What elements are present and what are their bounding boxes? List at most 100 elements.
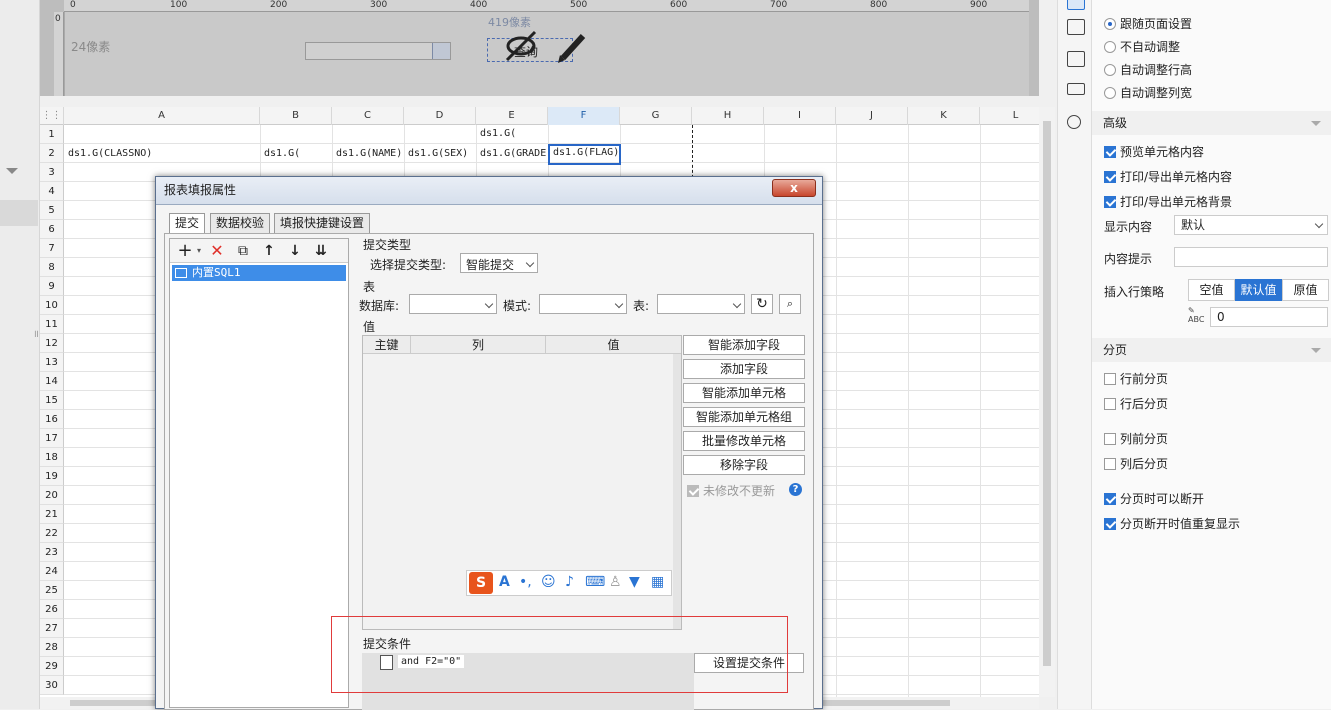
column-header[interactable]: I [764,107,836,125]
column-header-selected[interactable]: F [548,107,620,125]
row-header[interactable]: 14 [40,372,64,391]
header-column[interactable]: 列 [411,336,546,354]
insert-policy-option[interactable]: 空值 [1188,279,1235,301]
cell-B2[interactable]: ds1.G( [261,145,331,164]
column-header[interactable]: L [980,107,1039,125]
remove-field-button[interactable]: 移除字段 [683,455,805,475]
row-header[interactable]: 24 [40,562,64,581]
widget-icon[interactable] [1067,51,1085,67]
table-select[interactable] [657,294,745,314]
row-header[interactable]: 10 [40,296,64,315]
header-value[interactable]: 值 [546,336,681,354]
keyboard-icon[interactable]: ⌨ [585,574,605,590]
input-method-toolbar[interactable]: S A •, ☺ ♪ ⌨ ♙ ▼ ▦ [466,570,672,596]
link-icon[interactable] [1067,115,1081,129]
column-header[interactable]: J [836,107,908,125]
row-header[interactable]: 25 [40,581,64,600]
cell-E2[interactable]: ds1.G(GRADE [477,145,547,164]
resize-option[interactable]: 不自动调整 [1104,38,1180,55]
insert-value-input[interactable]: 0 [1210,307,1328,327]
insert-policy-option-selected[interactable]: 默认值 [1235,279,1282,301]
parameter-canvas[interactable]: 24像素 419像素 查询 [64,12,1029,96]
crop-icon[interactable] [1067,19,1085,35]
paging-section-header[interactable]: 分页 [1092,338,1331,362]
column-header[interactable]: E [476,107,548,125]
insert-policy-option[interactable]: 原值 [1282,279,1329,301]
cell-F2-selected[interactable]: ds1.G(FLAG) [548,144,621,165]
submit-type-select[interactable]: 智能提交 [460,253,538,273]
row-header[interactable]: 15 [40,391,64,410]
formula-abc-icon[interactable]: ✎ ABC [1188,306,1206,324]
row-header[interactable]: 18 [40,448,64,467]
resize-option[interactable]: 自动调整行高 [1104,61,1192,78]
combo-dropdown-icon[interactable] [432,43,450,59]
smart-add-field-button[interactable]: 智能添加字段 [683,335,805,355]
form-icon[interactable] [1067,83,1085,95]
panel-grip-icon[interactable]: ॥ [33,326,39,340]
header-primary-key[interactable]: 主键 [363,336,411,354]
row-header[interactable]: 13 [40,353,64,372]
tab-submit[interactable]: 提交 [169,213,206,233]
resize-option[interactable]: 自动调整列宽 [1104,84,1192,101]
row-header[interactable]: 11 [40,315,64,334]
row-header[interactable]: 2 [40,144,64,163]
advanced-check[interactable]: 预览单元格内容 [1104,143,1204,160]
batch-modify-cell-button[interactable]: 批量修改单元格 [683,431,805,451]
row-header[interactable]: 22 [40,524,64,543]
row-header[interactable]: 8 [40,258,64,277]
vertical-scroll-thumb[interactable] [1043,121,1051,666]
schema-select[interactable] [539,294,627,314]
move-down-icon[interactable]: ↓ [286,242,304,260]
collapse-arrow-icon[interactable] [6,168,18,174]
display-content-select[interactable]: 默认 [1174,215,1328,235]
row-header[interactable]: 20 [40,486,64,505]
cell-D2[interactable]: ds1.G(SEX) [405,145,475,164]
cell-E1[interactable]: ds1.G( [477,125,547,144]
row-header[interactable]: 3 [40,163,64,182]
select-all-corner[interactable]: ⋮⋮ [40,107,64,125]
row-header[interactable]: 6 [40,220,64,239]
row-header[interactable]: 9 [40,277,64,296]
row-header[interactable]: 27 [40,619,64,638]
tab-shortcut-settings[interactable]: 填报快捷键设置 [274,213,371,233]
parameter-combo[interactable] [305,42,451,60]
paging-check[interactable]: 分页断开时值重复显示 [1104,515,1240,532]
list-item-builtin-sql[interactable]: 内置SQL1 [172,265,346,281]
column-header[interactable]: K [908,107,980,125]
not-modified-no-update[interactable]: 未修改不更新 [687,482,775,499]
row-header[interactable]: 29 [40,657,64,676]
paging-check[interactable]: 列前分页 [1104,430,1168,447]
value-table-scrollbar[interactable] [673,354,681,629]
advanced-check[interactable]: 打印/导出单元格背景 [1104,193,1232,210]
advanced-section-header[interactable]: 高级 [1092,111,1331,135]
row-header[interactable]: 30 [40,676,64,695]
smart-add-cell-button[interactable]: 智能添加单元格 [683,383,805,403]
row-header[interactable]: 21 [40,505,64,524]
column-header[interactable]: H [692,107,764,125]
advanced-check[interactable]: 打印/导出单元格内容 [1104,168,1232,185]
row-header[interactable]: 23 [40,543,64,562]
search-table-button[interactable]: ⌕ [779,294,801,314]
copy-icon[interactable]: ⧉ [234,242,252,260]
microphone-icon[interactable]: ♪ [565,574,574,590]
row-header[interactable]: 16 [40,410,64,429]
row-header[interactable]: 28 [40,638,64,657]
move-up-icon[interactable]: ↑ [260,242,278,260]
cell-C2[interactable]: ds1.G(NAME) [333,145,403,164]
cell-A2[interactable]: ds1.G(CLASSNO) [65,145,259,164]
content-hint-input[interactable] [1174,247,1328,267]
paging-check[interactable]: 分页时可以断开 [1104,490,1204,507]
column-header[interactable]: B [260,107,332,125]
delete-icon[interactable]: ✕ [208,242,226,260]
user-icon[interactable]: ♙ [609,574,622,590]
dialog-title-bar[interactable]: 报表填报属性 x [156,177,822,205]
row-header[interactable]: 1 [40,125,64,144]
left-selected-slot[interactable] [0,200,38,226]
cell-attr-tab-icon[interactable] [1067,0,1085,10]
letter-a-icon[interactable]: A [499,574,510,590]
toolbox-grid-icon[interactable]: ▦ [651,574,664,590]
help-icon[interactable]: ? [789,483,802,496]
row-header[interactable]: 12 [40,334,64,353]
smart-add-cell-group-button[interactable]: 智能添加单元格组 [683,407,805,427]
column-header[interactable]: D [404,107,476,125]
